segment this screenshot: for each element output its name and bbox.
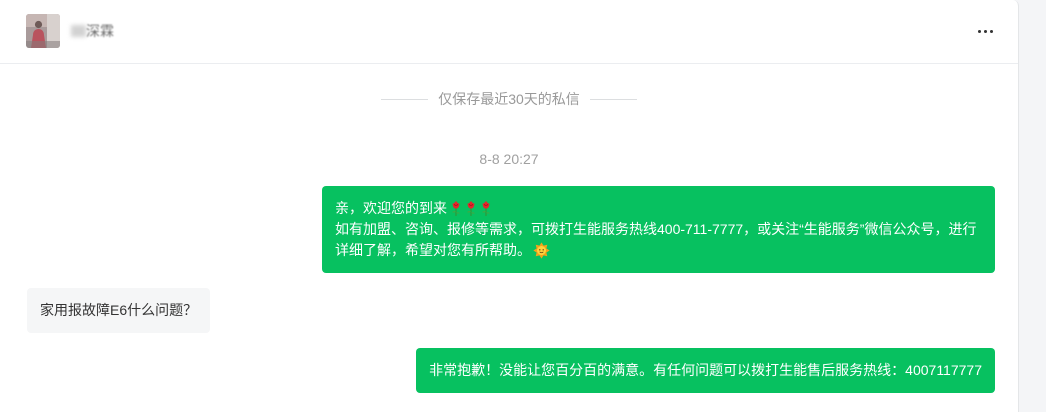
message-timestamp: 8-8 20:27 xyxy=(479,151,539,167)
message-text: 亲，欢迎您的到来 xyxy=(335,200,447,216)
chat-panel: 深霖 仅保存最近30天的私信 8-8 20:27 亲，欢迎您的到来 如有加盟、咨… xyxy=(0,0,1019,412)
chat-header: 深霖 xyxy=(0,0,1018,64)
avatar[interactable] xyxy=(26,14,60,48)
rose-emoji-icon xyxy=(482,201,490,216)
more-options-button[interactable] xyxy=(975,21,995,41)
message-list[interactable]: 仅保存最近30天的私信 8-8 20:27 亲，欢迎您的到来 如有加盟、咨询、报… xyxy=(0,64,1018,412)
divider-line-left xyxy=(381,98,429,100)
avatar-image xyxy=(26,14,60,48)
message-line: 亲，欢迎您的到来 xyxy=(335,198,982,219)
sun-emoji-icon xyxy=(533,242,550,259)
rose-emoji-icon xyxy=(452,201,460,216)
message-text: 家用报故障E6什么问题？ xyxy=(40,302,198,318)
username-redaction xyxy=(71,25,86,37)
divider-line-right xyxy=(589,98,637,100)
message-bubble-outgoing[interactable]: 非常抱歉！没能让您百分百的满意。有任何问题可以拨打生能售后服务热线：400711… xyxy=(416,348,995,393)
message-bubble-incoming[interactable]: 家用报故障E6什么问题？ xyxy=(27,288,211,333)
contact-name: 深霖 xyxy=(86,23,114,39)
message-text: 如有加盟、咨询、报修等需求，可拨打生能服务热线400-711-7777，或关注“… xyxy=(335,221,977,258)
notice-text: 仅保存最近30天的私信 xyxy=(438,91,580,107)
message-bubble-outgoing[interactable]: 亲，欢迎您的到来 如有加盟、咨询、报修等需求，可拨打生能服务热线400-711-… xyxy=(322,186,995,273)
more-horizontal-icon xyxy=(977,29,993,33)
retention-notice: 仅保存最近30天的私信 xyxy=(0,90,1018,108)
message-text: 非常抱歉！没能让您百分百的满意。有任何问题可以拨打生能售后服务热线：400711… xyxy=(429,362,982,378)
rose-emoji-icon xyxy=(467,201,475,216)
message-line: 如有加盟、咨询、报修等需求，可拨打生能服务热线400-711-7777，或关注“… xyxy=(335,219,982,261)
